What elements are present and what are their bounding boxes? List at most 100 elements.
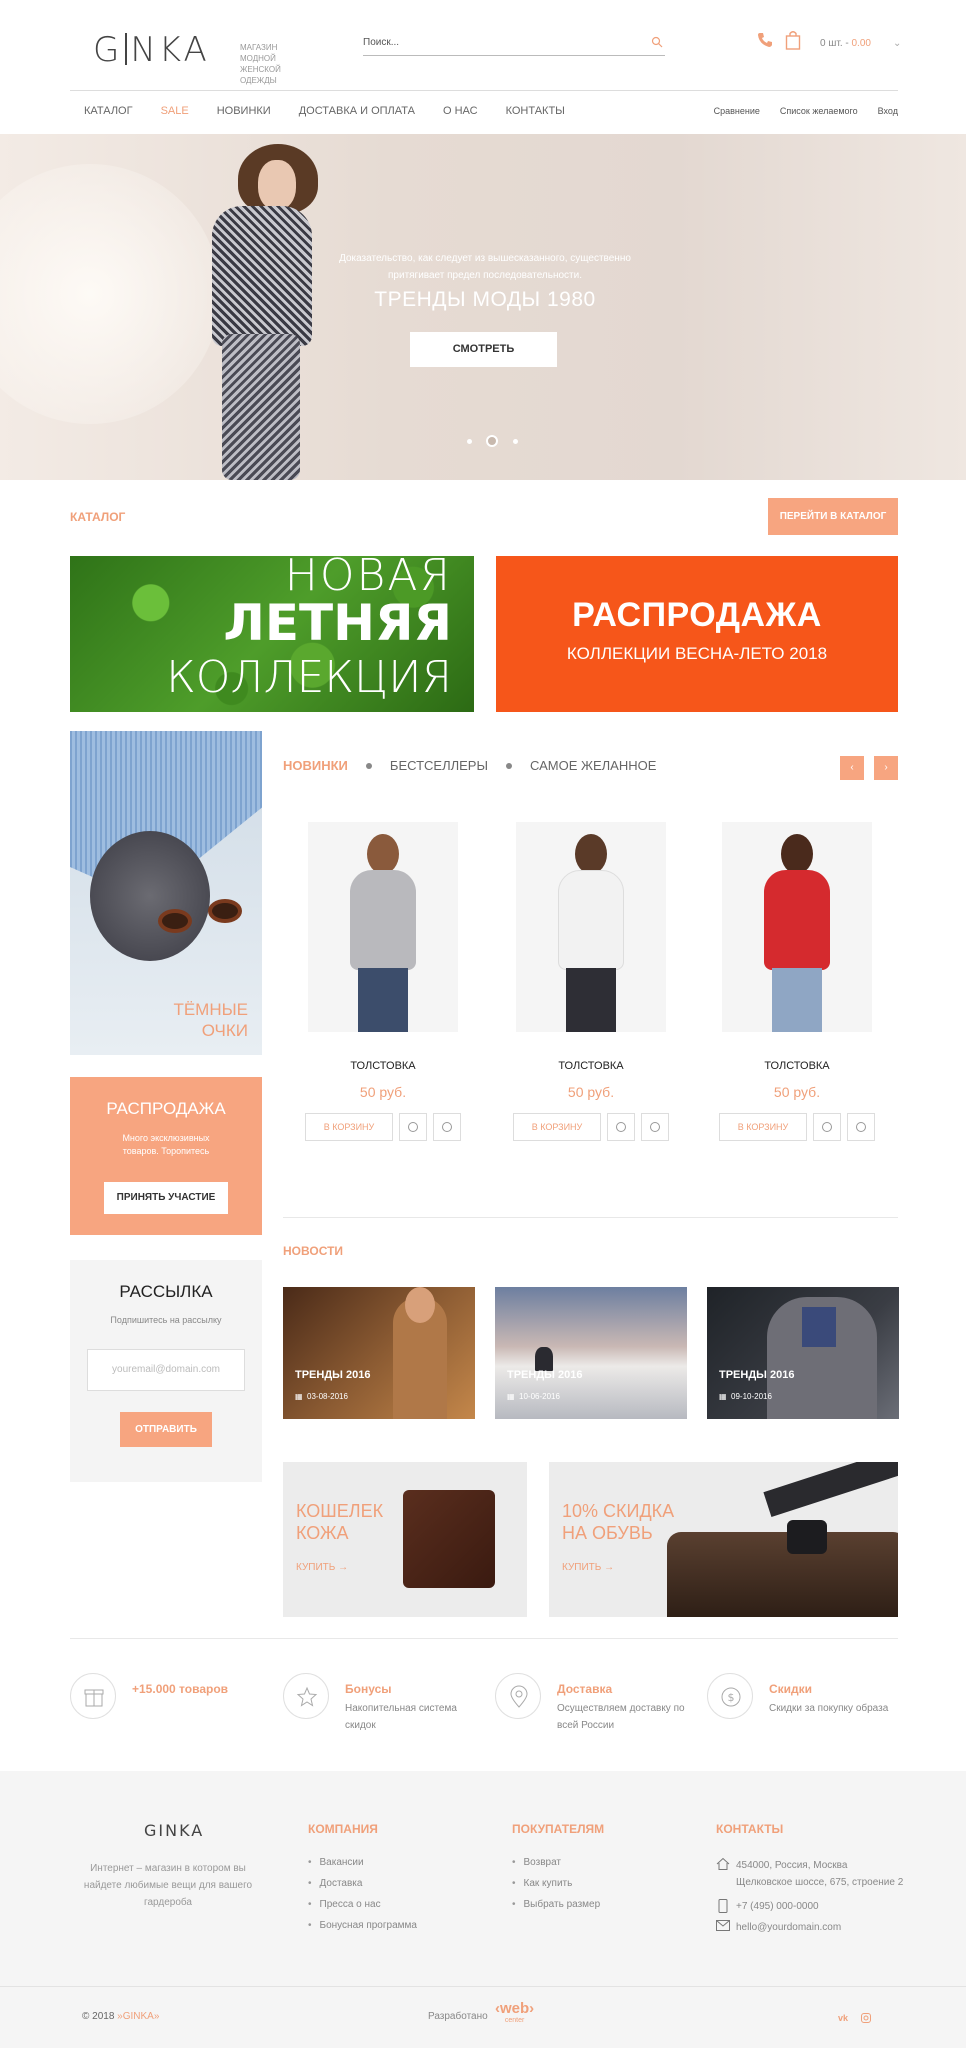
nav-item-about[interactable]: О НАС [443, 105, 478, 117]
tagline: магазин модной женской одежды [240, 43, 281, 85]
product-price: 50 руб. [567, 1084, 615, 1100]
footer-link[interactable]: Как купить [512, 1878, 600, 1899]
footer-phone[interactable]: +7 (495) 000-0000 [736, 1898, 819, 1915]
footer-email[interactable]: hello@yourdomain.com [736, 1919, 841, 1936]
dollar-icon: $ [707, 1673, 753, 1719]
bag-icon[interactable] [785, 30, 801, 53]
wishlist-link[interactable]: Список желаемого [780, 106, 858, 116]
location-icon [495, 1673, 541, 1719]
footer-link[interactable]: Пресса о нас [308, 1899, 417, 1920]
model-jeans [358, 968, 408, 1032]
carousel-prev-button[interactable]: ‹ [840, 756, 864, 780]
product-name[interactable]: ТОЛСТОВКА [717, 1060, 877, 1072]
svg-text:$: $ [728, 1691, 735, 1704]
news-card[interactable]: ТРЕНДЫ 2016 ▦ 03-08-2016 [283, 1287, 475, 1419]
feature-title: Бонусы [345, 1682, 392, 1696]
search-input[interactable]: Поиск... [363, 32, 665, 56]
web-center-logo[interactable]: ‹web› center [495, 2001, 534, 2027]
news-card-date: ▦ 09-10-2016 [719, 1392, 772, 1401]
logo[interactable]: G NKA [93, 30, 210, 70]
footer-link[interactable]: Бонусная программа [308, 1920, 417, 1941]
login-link[interactable]: Вход [878, 106, 898, 116]
nav-item-sale[interactable]: SALE [161, 105, 189, 117]
tab-wishlist[interactable]: САМОЕ ЖЕЛАННОЕ [530, 758, 656, 773]
product-tabs: НОВИНКИ БЕСТСЕЛЛЕРЫ САМОЕ ЖЕЛАННОЕ [283, 758, 656, 773]
news-card[interactable]: ТРЕНДЫ 2016 ▦ 10-06-2016 [495, 1287, 687, 1419]
compare-icon[interactable] [847, 1113, 875, 1141]
join-sale-button[interactable]: ПРИНЯТЬ УЧАСТИЕ [104, 1182, 228, 1214]
tab-bestsellers[interactable]: БЕСТСЕЛЛЕРЫ [390, 758, 488, 773]
nav-item-new[interactable]: НОВИНКИ [217, 105, 271, 117]
news-image-tie [802, 1307, 836, 1347]
product-image[interactable] [722, 822, 872, 1032]
slider-dot-1[interactable] [467, 439, 472, 444]
add-to-cart-button[interactable]: В КОРЗИНУ [305, 1113, 393, 1141]
buy-link[interactable]: КУПИТЬ → [296, 1562, 348, 1573]
wallet-promo[interactable]: КОШЕЛЕК КОЖА КУПИТЬ → [283, 1462, 527, 1617]
compare-icon[interactable] [433, 1113, 461, 1141]
sunglasses-lens-left [158, 909, 192, 933]
hero-button[interactable]: СМОТРЕТЬ [410, 332, 557, 367]
footer-link[interactable]: Выбрать размер [512, 1899, 601, 1920]
dark-glasses-banner[interactable]: ТЁМНЫЕ ОЧКИ [70, 731, 262, 1055]
sale-promo-text: Много эксклюзивных товаров. Торопитесь [122, 1133, 210, 1156]
compare-link[interactable]: Сравнение [714, 106, 760, 116]
product-card: ТОЛСТОВКА 50 руб. В КОРЗИНУ [303, 822, 463, 1141]
heart-icon[interactable] [813, 1113, 841, 1141]
slider-dot-3[interactable] [513, 439, 518, 444]
wallet-promo-line-2: КОЖА [296, 1523, 349, 1543]
news-card-title: ТРЕНДЫ 2016 [507, 1369, 583, 1381]
newsletter-submit-button[interactable]: ОТПРАВИТЬ [120, 1412, 212, 1447]
nav-item-contacts[interactable]: КОНТАКТЫ [506, 105, 565, 117]
developed-by: Разработано [428, 2011, 488, 2022]
footer-logo[interactable]: GINKA [144, 1821, 204, 1840]
wallet-promo-title: КОШЕЛЕК КОЖА [296, 1500, 383, 1544]
nav-item-catalog[interactable]: КАТАЛОГ [84, 105, 133, 117]
glasses-label: ТЁМНЫЕ ОЧКИ [173, 999, 248, 1041]
footer-link[interactable]: Доставка [308, 1878, 417, 1899]
footer-link[interactable]: Возврат [512, 1857, 600, 1878]
mail-icon [716, 1920, 730, 1934]
vk-icon[interactable]: vk [838, 2013, 848, 2023]
cart-total: 0.00 [851, 38, 871, 49]
phone-icon[interactable] [757, 32, 773, 51]
compare-icon[interactable] [641, 1113, 669, 1141]
legs-image [763, 1462, 898, 1517]
news-card[interactable]: ТРЕНДЫ 2016 ▦ 09-10-2016 [707, 1287, 899, 1419]
heart-icon[interactable] [399, 1113, 427, 1141]
footer-description: Интернет – магазин в котором вы найдете … [83, 1863, 253, 1908]
heart-icon[interactable] [607, 1113, 635, 1141]
footer-company-list: Вакансии Доставка Пресса о нас Бонусная … [308, 1857, 417, 1941]
slider-dot-2[interactable] [486, 435, 498, 447]
product-card: ТОЛСТОВКА 50 руб. В КОРЗИНУ [717, 822, 877, 1141]
shoes-promo[interactable]: 10% СКИДКА НА ОБУВЬ КУПИТЬ → [549, 1462, 898, 1617]
product-image[interactable] [516, 822, 666, 1032]
feature-text: Скидки за покупку образа [769, 1703, 889, 1714]
sofa-image [667, 1532, 898, 1617]
add-to-cart-button[interactable]: В КОРЗИНУ [719, 1113, 807, 1141]
product-name[interactable]: ТОЛСТОВКА [511, 1060, 671, 1072]
sale-banner[interactable]: РАСПРОДАЖА КОЛЛЕКЦИИ ВЕСНА-ЛЕТО 2018 [496, 556, 898, 712]
chevron-down-icon[interactable]: ⌄ [893, 38, 901, 49]
new-collection-banner[interactable]: НОВАЯ ЛЕТНЯЯ КОЛЛЕКЦИЯ [70, 556, 474, 712]
buy-link[interactable]: КУПИТЬ → [562, 1562, 614, 1573]
footer-link[interactable]: Вакансии [308, 1857, 417, 1878]
nav-divider [70, 90, 898, 91]
instagram-icon[interactable] [861, 2013, 871, 2025]
newsletter-email-input[interactable]: youremail@domain.com [87, 1349, 245, 1391]
cart-summary[interactable]: 0 шт. - 0.00 ⌄ [820, 38, 901, 49]
carousel-next-button[interactable]: › [874, 756, 898, 780]
product-image[interactable] [308, 822, 458, 1032]
go-to-catalog-button[interactable]: ПЕРЕЙТИ В КАТАЛОГ [768, 498, 898, 535]
tab-new[interactable]: НОВИНКИ [283, 758, 348, 773]
product-hoodie [350, 870, 416, 970]
hero-glow [0, 164, 220, 424]
product-name[interactable]: ТОЛСТОВКА [303, 1060, 463, 1072]
copyright-brand: »GINKA» [117, 2011, 160, 2022]
search-icon[interactable] [651, 36, 663, 51]
section-divider [283, 1217, 898, 1218]
nav-item-delivery[interactable]: ДОСТАВКА И ОПЛАТА [299, 105, 415, 117]
footer-address: 454000, Россия, Москва Щелковское шоссе,… [736, 1857, 903, 1891]
add-to-cart-button[interactable]: В КОРЗИНУ [513, 1113, 601, 1141]
sunglasses-lens-right [208, 899, 242, 923]
